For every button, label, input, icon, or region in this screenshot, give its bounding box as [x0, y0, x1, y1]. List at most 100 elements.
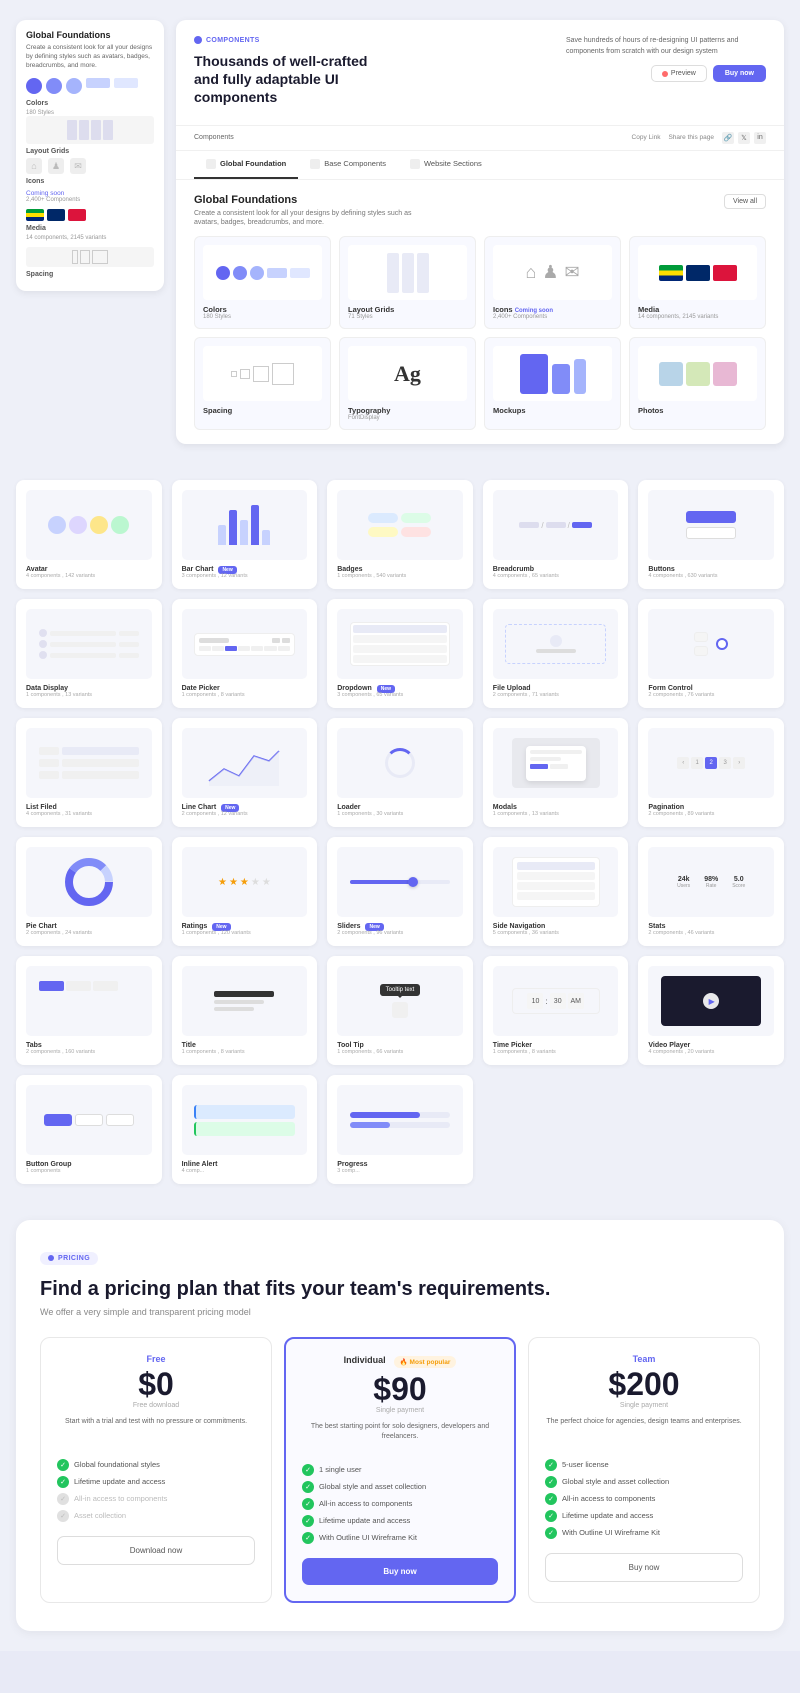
linechart-preview	[182, 728, 308, 798]
tab-website-sections[interactable]: Website Sections	[398, 151, 494, 179]
free-period: Free download	[57, 1402, 255, 1409]
tp-ampm: AM	[568, 993, 584, 1009]
showcase-card-datadisplay: Data Display 1 components , 13 variants	[16, 599, 162, 708]
modal-window	[526, 746, 586, 781]
breadcrumb-right: Copy Link Share this page 🔗 𝕏 in	[632, 132, 766, 144]
download-button[interactable]: Download now	[57, 1536, 255, 1565]
slider-fill	[350, 880, 410, 884]
buttons-sub: 4 components , 630 variants	[648, 573, 774, 579]
formcontrol-sub: 2 components , 76 variants	[648, 692, 774, 698]
showcase-card-loader: Loader 1 components , 30 variants	[327, 718, 473, 827]
title-comp-sub: 1 components , 8 variants	[182, 1049, 308, 1055]
tab-base-components[interactable]: Base Components	[298, 151, 398, 179]
buttons-preview	[648, 490, 774, 560]
stat-num-1: 24k	[677, 876, 690, 883]
li-val-2	[62, 759, 139, 767]
team-check-4	[545, 1510, 557, 1522]
piechart-title: Pie Chart	[26, 923, 152, 930]
linkedin-icon[interactable]: in	[754, 132, 766, 144]
showcase-card-datepicker: Date Picker 1 components , 8 variants	[172, 599, 318, 708]
stats-preview: 24k Users 98% Rate 5.0 Score	[648, 847, 774, 917]
team-feature-5: With Outline UI Wireframe Kit	[545, 1527, 743, 1539]
icons-label: Icons	[26, 178, 154, 185]
media-label: Media	[26, 225, 154, 232]
cp-dot-3	[250, 266, 264, 280]
tab-label-3: Website Sections	[424, 159, 482, 168]
preview-button[interactable]: Preview	[651, 65, 707, 82]
buttons-title: Buttons	[648, 566, 774, 573]
ratings-title: Ratings New	[182, 923, 308, 930]
component-card-media: Media 14 components, 2145 variants	[629, 236, 766, 329]
badges-title: Badges	[337, 566, 463, 573]
breadcrumb-title: Breadcrumb	[493, 566, 619, 573]
stats-sub: 2 components , 46 variants	[648, 930, 774, 936]
dp-d6	[264, 646, 276, 651]
tab-icon-2	[310, 159, 320, 169]
page-prev: ‹	[677, 757, 689, 769]
media-title: Media	[638, 305, 757, 314]
showcase-card-timepicker: 10 : 30 AM Time Picker 1 components , 8 …	[483, 956, 629, 1065]
avatar-sub: 4 components , 142 variants	[26, 573, 152, 579]
pricing-tag-dot	[48, 1255, 54, 1261]
buy-now-button[interactable]: Buy now	[713, 65, 766, 82]
check-3	[57, 1493, 69, 1505]
view-all-button[interactable]: View all	[724, 194, 766, 209]
check-2	[57, 1476, 69, 1488]
ind-feature-5: With Outline UI Wireframe Kit	[302, 1532, 498, 1544]
photo-3	[713, 362, 737, 386]
progress-fill-1	[350, 1112, 420, 1118]
dp-d2	[212, 646, 224, 651]
play-button: ▶	[703, 993, 719, 1009]
section-desc: Create a consistent look for all your de…	[194, 209, 434, 229]
spacing-l	[253, 366, 269, 382]
tag-dot	[194, 36, 202, 44]
team-feature-text-5: With Outline UI Wireframe Kit	[562, 1528, 660, 1537]
datepicker-sub: 1 components , 8 variants	[182, 692, 308, 698]
header-row: COMPONENTS Thousands of well-crafted and…	[194, 36, 766, 115]
fileupload-preview	[493, 609, 619, 679]
copy-link[interactable]: Copy Link	[632, 134, 661, 141]
team-label: Team	[545, 1354, 743, 1364]
list-dot-1	[39, 629, 47, 637]
team-buy-button[interactable]: Buy now	[545, 1553, 743, 1582]
badge-4	[401, 527, 431, 537]
team-features: 5-user license Global style and asset co…	[545, 1459, 743, 1539]
li-val-3	[62, 771, 139, 779]
showcase-card-fileupload: File Upload 2 components , 71 variants	[483, 599, 629, 708]
star-2: ★	[229, 877, 238, 888]
twitter-icon[interactable]: 𝕏	[738, 132, 750, 144]
layout-title: Layout Grids	[348, 305, 467, 314]
main-card-header: COMPONENTS Thousands of well-crafted and…	[176, 20, 784, 126]
buy-now-featured-button[interactable]: Buy now	[302, 1558, 498, 1585]
link-icon[interactable]: 🔗	[722, 132, 734, 144]
avatar-2	[69, 516, 87, 534]
datepicker-inner	[194, 633, 294, 656]
media-preview	[26, 209, 154, 221]
ind-feature-text-2: Global style and asset collection	[319, 1482, 426, 1491]
pagination-preview: ‹ 1 2 3 ›	[648, 728, 774, 798]
cp-rect-2	[290, 268, 310, 278]
showcase-card-sliders: Sliders New 2 components , 96 variants	[327, 837, 473, 946]
pagination-sub: 2 components , 89 variants	[648, 811, 774, 817]
stats-inner: 24k Users 98% Rate 5.0 Score	[672, 873, 750, 892]
barchart-sub: 3 components , 12 variants	[182, 573, 308, 579]
bar-5	[262, 530, 270, 545]
title-comp-title: Title	[182, 1042, 308, 1049]
tab-global-foundation[interactable]: Global Foundation	[194, 151, 298, 179]
component-card-spacing: Spacing	[194, 337, 331, 430]
dp-header	[199, 638, 289, 643]
tab-2	[66, 981, 91, 991]
pricing-tag-text: PRICING	[58, 1255, 90, 1262]
ind-feature-text-3: All-in access to components	[319, 1499, 412, 1508]
datepicker-preview	[182, 609, 308, 679]
cp-dot-1	[216, 266, 230, 280]
share-text: Share this page	[668, 134, 714, 141]
sidebar-colors-preview	[26, 78, 154, 94]
hero-buttons: Preview Buy now	[651, 65, 766, 82]
dropdown-sub: 3 components , 65 variants	[337, 692, 463, 698]
typography-sub: FontDisplay	[348, 415, 467, 421]
tabs-preview	[26, 966, 152, 1036]
star-1: ★	[218, 877, 227, 888]
media-card-preview	[638, 245, 757, 300]
page-3: 3	[719, 757, 731, 769]
